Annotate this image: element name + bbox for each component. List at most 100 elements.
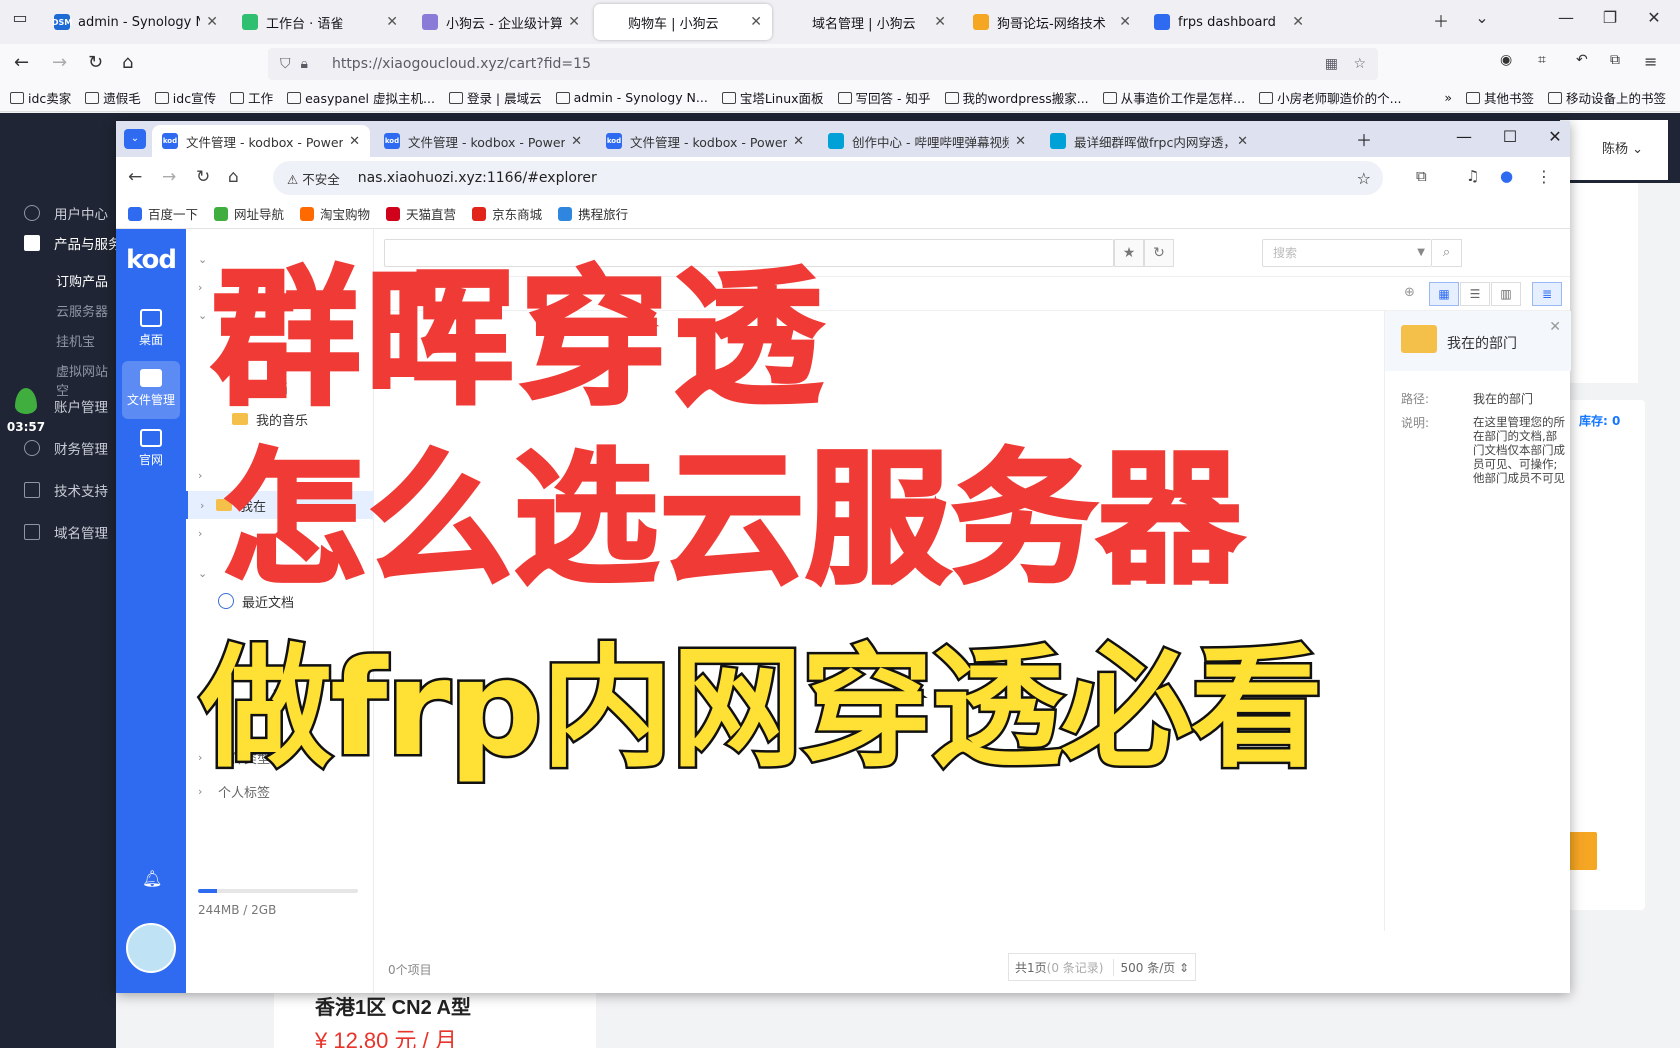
- back-icon[interactable]: ←: [14, 52, 29, 73]
- chrome-tab[interactable]: kod 文件管理 - kodbox - Powered ✕: [596, 125, 814, 157]
- chrome-bookmark[interactable]: 网址导航: [214, 204, 284, 223]
- profile-icon[interactable]: ●: [1500, 167, 1513, 185]
- close-tab-icon[interactable]: ✕: [1015, 134, 1026, 149]
- tab-list-icon[interactable]: ▭: [6, 8, 34, 27]
- menu-icon[interactable]: ≡: [1644, 52, 1657, 71]
- outer-bookmark[interactable]: 登录 | 晨域云: [448, 88, 542, 107]
- bell-icon[interactable]: 🔔︎: [142, 869, 162, 888]
- outer-bookmark[interactable]: idc卖家: [10, 88, 71, 107]
- close-tab-icon[interactable]: ✕: [206, 14, 218, 30]
- close-tab-icon[interactable]: ✕: [750, 14, 762, 30]
- outer-tab[interactable]: 小狗云 - 企业级计算供应商 ✕: [412, 4, 590, 40]
- outer-bookmark-folder[interactable]: 其他书签: [1465, 88, 1534, 107]
- avatar[interactable]: [126, 923, 176, 973]
- info-panel-button[interactable]: ≣: [1532, 282, 1562, 306]
- close-tab-icon[interactable]: ✕: [1119, 14, 1131, 30]
- outer-tab[interactable]: frps dashboard ✕: [1144, 4, 1314, 40]
- chrome-bookmark[interactable]: 百度一下: [128, 204, 198, 223]
- outer-tab[interactable]: 域名管理 | 小狗云 ✕: [778, 4, 956, 40]
- media-icon[interactable]: ♫: [1466, 167, 1479, 185]
- rail-desktop[interactable]: 桌面: [122, 301, 180, 359]
- outer-bookmark[interactable]: 遗假毛: [85, 88, 141, 107]
- sidebar-item-hang[interactable]: 挂机宝: [56, 331, 95, 350]
- restore-icon[interactable]: ❐: [1596, 8, 1624, 27]
- bookmark-star-icon[interactable]: ☆: [1353, 56, 1366, 72]
- extension-icon[interactable]: ◉: [1500, 52, 1512, 68]
- bookmark-star-icon[interactable]: ☆: [1357, 169, 1371, 188]
- close-tab-icon[interactable]: ✕: [386, 14, 398, 30]
- close-tab-icon[interactable]: ✕: [1292, 14, 1304, 30]
- user-name[interactable]: 陈杨 ⌄: [1602, 138, 1643, 157]
- chrome-url-bar[interactable]: ⚠ 不安全 nas.xiaohuozi.xyz:1166/#explorer ☆: [273, 161, 1383, 195]
- puzzle-icon[interactable]: ⧉: [1610, 52, 1620, 68]
- zoom-icon[interactable]: ⊕: [1404, 285, 1415, 300]
- rail-files[interactable]: 文件管理: [122, 361, 180, 419]
- sidebar-item-products[interactable]: 产品与服务: [24, 233, 122, 253]
- sidebar-item-cloud[interactable]: 云服务器: [56, 301, 108, 320]
- chrome-bookmark[interactable]: 淘宝购物: [300, 204, 370, 223]
- minimize-icon[interactable]: —: [1449, 127, 1479, 146]
- new-tab-icon[interactable]: ＋: [1349, 127, 1379, 151]
- kod-logo[interactable]: kod: [116, 245, 186, 275]
- outer-bookmark[interactable]: easypanel 虚拟主机...: [287, 88, 435, 107]
- chrome-tab[interactable]: kod 文件管理 - kodbox - Powered ✕: [374, 125, 592, 157]
- search-icon[interactable]: ⌕: [1432, 239, 1462, 267]
- outer-bookmark[interactable]: 从事造价工作是怎样...: [1102, 88, 1245, 107]
- sidebar-item-order[interactable]: 订购产品: [56, 271, 108, 290]
- sidebar-item-domain[interactable]: 域名管理: [24, 522, 108, 542]
- tab-search-icon[interactable]: ⌄: [124, 129, 146, 149]
- outer-bookmark[interactable]: 工作: [230, 88, 273, 107]
- outer-url-bar[interactable]: ⛉ 🔒︎ https://xiaogoucloud.xyz/cart?fid=1…: [268, 48, 1378, 80]
- back-icon[interactable]: ←: [128, 167, 142, 187]
- close-window-icon[interactable]: ✕: [1640, 8, 1668, 27]
- minimize-icon[interactable]: —: [1552, 8, 1580, 27]
- outer-tab[interactable]: 狗哥论坛-网络技术 ✕: [963, 4, 1141, 40]
- outer-bookmark[interactable]: 宝塔Linux面板: [721, 88, 824, 107]
- close-tab-icon[interactable]: ✕: [934, 14, 946, 30]
- chrome-bookmark[interactable]: 天猫直营: [386, 204, 456, 223]
- dropdown-icon[interactable]: ▼: [1417, 240, 1425, 266]
- forward-icon[interactable]: →: [52, 52, 67, 73]
- qr-icon[interactable]: ▦: [1325, 56, 1338, 72]
- extension-icon[interactable]: ⧉: [1416, 167, 1427, 185]
- close-window-icon[interactable]: ✕: [1540, 127, 1570, 146]
- sidebar-item-user-center[interactable]: 用户中心: [24, 203, 108, 223]
- close-tab-icon[interactable]: ✕: [793, 134, 804, 149]
- forward-icon[interactable]: →: [162, 167, 176, 187]
- chrome-tab[interactable]: kod 文件管理 - kodbox - Powered ✕: [152, 125, 370, 157]
- outer-tab[interactable]: 工作台 · 语雀 ✕: [232, 4, 408, 40]
- insecure-badge[interactable]: ⚠ 不安全: [287, 169, 340, 188]
- search-input[interactable]: 搜索 ▼: [1262, 239, 1432, 267]
- crop-icon[interactable]: ⌗: [1538, 52, 1546, 68]
- icon-view-button[interactable]: ▦: [1429, 282, 1459, 306]
- chrome-bookmark[interactable]: 京东商城: [472, 204, 542, 223]
- chrome-bookmark[interactable]: 携程旅行: [558, 204, 628, 223]
- rail-site[interactable]: 官网: [122, 421, 180, 479]
- maximize-icon[interactable]: ☐: [1495, 127, 1525, 146]
- close-tab-icon[interactable]: ✕: [568, 14, 580, 30]
- outer-tab[interactable]: DSM admin - Synology NAS ✕: [44, 4, 228, 40]
- list-view-button[interactable]: ☰: [1460, 282, 1490, 306]
- sidebar-item-vhost[interactable]: 虚拟网站空: [56, 361, 116, 399]
- refresh-icon[interactable]: ↻: [1144, 239, 1174, 267]
- reload-icon[interactable]: ↻: [196, 167, 210, 187]
- outer-tab[interactable]: 购物车 | 小狗云 ✕: [594, 4, 772, 40]
- favorite-star-icon[interactable]: ★: [1114, 239, 1144, 267]
- home-icon[interactable]: ⌂: [122, 52, 133, 73]
- outer-bookmark[interactable]: 小房老师聊造价的个...: [1259, 88, 1402, 107]
- sidebar-item-finance[interactable]: 财务管理: [24, 438, 108, 458]
- home-icon[interactable]: ⌂: [228, 167, 239, 187]
- chrome-tab[interactable]: 创作中心 - 哔哩哔哩弹幕视频网 ✕: [818, 125, 1036, 157]
- tab-overflow-icon[interactable]: ⌄: [1468, 8, 1496, 27]
- undo-icon[interactable]: ↶: [1576, 52, 1588, 68]
- close-tab-icon[interactable]: ✕: [349, 134, 360, 149]
- close-tab-icon[interactable]: ✕: [571, 134, 582, 149]
- close-icon[interactable]: ✕: [1549, 319, 1561, 335]
- chrome-tab[interactable]: 最详细群晖做frpc内网穿透，实 ✕: [1040, 125, 1258, 157]
- new-tab-icon[interactable]: ＋: [1427, 8, 1455, 32]
- sidebar-item-support[interactable]: 技术支持: [24, 480, 108, 500]
- outer-bookmark[interactable]: 写回答 - 知乎: [837, 88, 931, 107]
- outer-bookmark-folder[interactable]: 移动设备上的书签: [1547, 88, 1666, 107]
- reload-icon[interactable]: ↻: [88, 52, 103, 73]
- close-tab-icon[interactable]: ✕: [1237, 134, 1248, 149]
